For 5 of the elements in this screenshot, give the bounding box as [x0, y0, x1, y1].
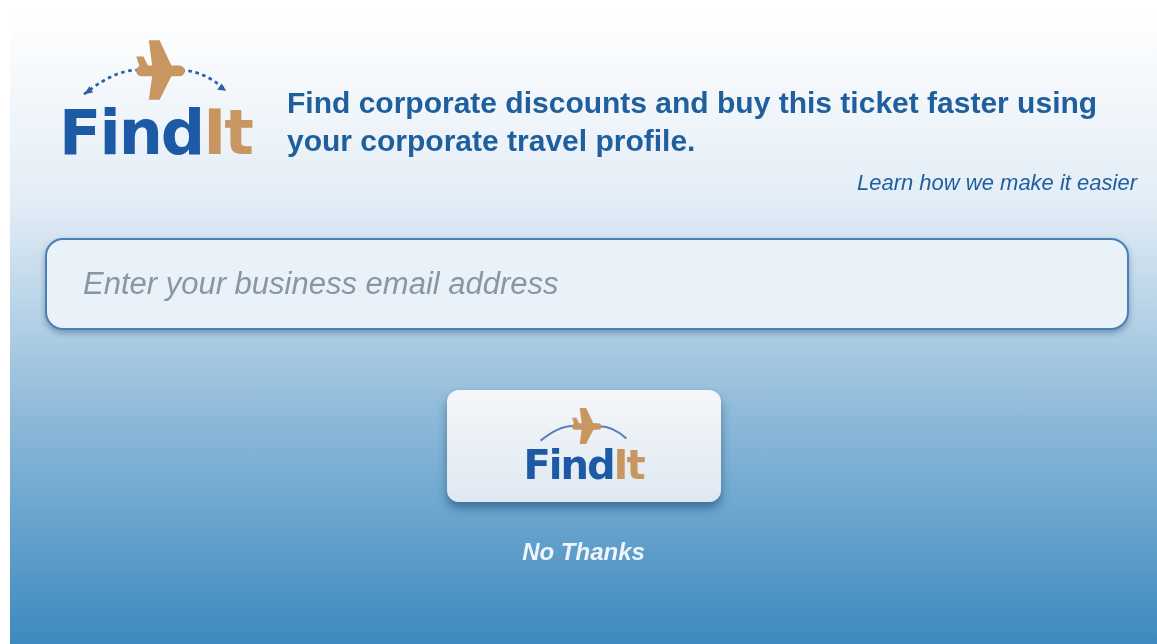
logo-text: FindIt — [59, 102, 252, 164]
headline: Find corporate discounts and buy this ticket faster using your corporate travel profile. — [287, 85, 1099, 159]
learn-more-link[interactable]: Learn how we make it easier — [856, 170, 1137, 196]
findit-button[interactable]: FindIt — [446, 390, 721, 502]
email-field[interactable]: Enter your business email address — [45, 238, 1129, 330]
